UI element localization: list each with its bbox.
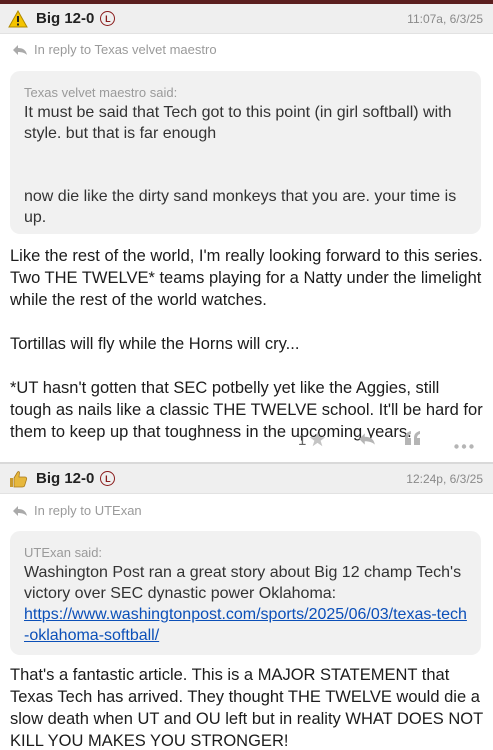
quote-author[interactable]: Texas velvet maestro said:: [24, 85, 467, 100]
quote-text-content: Washington Post ran a great story about …: [24, 564, 462, 602]
quote-text: It must be said that Tech got to this po…: [24, 104, 452, 142]
username[interactable]: Big 12-0: [36, 10, 94, 27]
more-icon: [454, 436, 474, 452]
post-paragraph: Like the rest of the world, I'm really l…: [10, 247, 483, 309]
star-icon: [309, 431, 326, 450]
post-paragraph: Tortillas will fly while the Horns will …: [10, 335, 300, 353]
quote-text: now die like the dirty sand monkeys that…: [24, 188, 457, 226]
reply-to-link[interactable]: In reply to UTExan: [12, 503, 142, 518]
quote-author[interactable]: UTExan said:: [24, 545, 467, 560]
post-header: Big 12-0 L 11:07a, 6/3/25: [0, 4, 493, 34]
quote-button[interactable]: [404, 430, 422, 449]
reply-to-text: In reply to UTExan: [34, 503, 142, 518]
star-count: 1: [298, 432, 307, 449]
reply-arrow-icon: [12, 44, 28, 56]
reply-to-link[interactable]: In reply to Texas velvet maestro: [12, 42, 217, 57]
post-actions: 1: [0, 426, 493, 456]
post-timestamp: 12:24p, 6/3/25: [406, 471, 483, 486]
more-options-button[interactable]: [454, 436, 474, 452]
post-body: That's a fantastic article. This is a MA…: [10, 664, 485, 750]
post-paragraph: That's a fantastic article. This is a MA…: [10, 666, 483, 750]
warning-icon: [8, 9, 28, 29]
reply-button[interactable]: [358, 432, 376, 449]
quote-block: UTExan said: Washington Post ran a great…: [10, 531, 481, 655]
article-link[interactable]: https://www.washingtonpost.com/sports/20…: [24, 604, 467, 646]
quote-block: Texas velvet maestro said: It must be sa…: [10, 71, 481, 234]
reply-arrow-icon: [12, 505, 28, 517]
lifetime-badge: L: [100, 471, 116, 486]
reply-icon: [358, 432, 376, 449]
quote-text: Washington Post ran a great story about …: [24, 562, 467, 646]
post-body: Like the rest of the world, I'm really l…: [10, 245, 485, 443]
quote-icon: [404, 430, 422, 449]
post-header: Big 12-0 L 12:24p, 6/3/25: [0, 464, 493, 494]
star-button[interactable]: 1: [298, 431, 326, 450]
username[interactable]: Big 12-0: [36, 470, 94, 487]
reply-to-text: In reply to Texas velvet maestro: [34, 42, 217, 57]
post-timestamp: 11:07a, 6/3/25: [407, 11, 483, 26]
thumbs-up-icon: [8, 469, 28, 489]
lifetime-badge: L: [100, 11, 116, 26]
